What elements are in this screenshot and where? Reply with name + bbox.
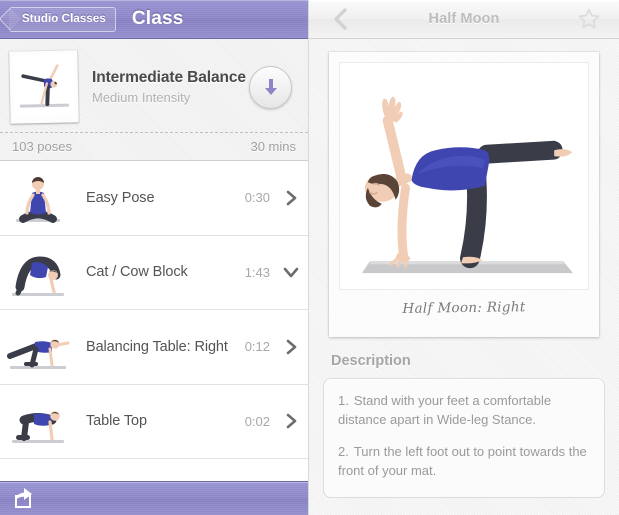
pose-thumbnail xyxy=(2,315,74,378)
class-meta-row: 103 poses 30 mins xyxy=(0,132,308,160)
pose-photo-caption: Half Moon: Right xyxy=(402,299,526,317)
class-summary-row: Intermediate Balance Medium Intensity xyxy=(9,48,298,126)
pose-duration: 0:30 xyxy=(244,190,270,206)
balancing-table-figure xyxy=(2,315,74,378)
right-navigation-bar: Half Moon xyxy=(309,0,619,39)
class-header-card: Intermediate Balance Medium Intensity 10… xyxy=(0,39,308,161)
pose-duration: 1:43 xyxy=(244,264,270,280)
class-list-panel: Studio Classes Class Intermediate Balanc… xyxy=(0,0,308,515)
share-button[interactable] xyxy=(12,488,38,510)
class-title: Intermediate Balance xyxy=(92,69,246,86)
pose-title: Half Moon xyxy=(428,11,500,27)
half-moon-figure-small xyxy=(13,54,75,115)
pose-thumbnail xyxy=(2,390,74,453)
step-number: 2. xyxy=(338,444,349,459)
step-text: Turn the left foot out to point towards … xyxy=(338,444,587,478)
pose-detail-panel: Half Moon Half Moon: Right Description 1… xyxy=(308,0,619,515)
back-button-label: Studio Classes xyxy=(22,13,106,25)
description-box: 1. Stand with your feet a comfortable dis… xyxy=(323,378,605,498)
list-item[interactable]: Cat / Cow Block 1:43 xyxy=(0,235,308,310)
pose-duration: 0:02 xyxy=(244,413,270,429)
description-step: 1. Stand with your feet a comfortable dis… xyxy=(338,391,590,429)
back-to-studio-classes-button[interactable]: Studio Classes xyxy=(9,6,116,32)
list-item[interactable]: Balancing Table: Right 0:12 xyxy=(0,310,308,385)
chevron-right-icon[interactable] xyxy=(280,190,302,206)
pose-duration: 0:12 xyxy=(244,339,270,355)
pose-photo-card: Half Moon: Right xyxy=(329,52,599,337)
pose-photo[interactable] xyxy=(339,62,589,290)
step-number: 1. xyxy=(338,393,349,408)
left-navigation-bar: Studio Classes Class xyxy=(0,0,308,39)
list-item[interactable]: Easy Pose 0:30 xyxy=(0,161,308,236)
bottom-toolbar xyxy=(0,481,308,515)
class-text-block: Intermediate Balance Medium Intensity xyxy=(92,69,249,105)
easy-pose-figure xyxy=(2,166,74,229)
cat-cow-figure xyxy=(2,241,74,304)
download-arrow-icon xyxy=(264,78,277,95)
star-outline-icon xyxy=(578,8,600,29)
page-title: Class xyxy=(131,8,184,29)
pose-thumbnail xyxy=(2,241,74,304)
chevron-down-icon[interactable] xyxy=(280,267,302,278)
pose-name: Cat / Cow Block xyxy=(86,264,188,281)
pose-name: Easy Pose xyxy=(86,189,155,206)
pose-list[interactable]: Easy Pose 0:30 Cat / Cow Block 1:43 Bala… xyxy=(0,161,308,467)
description-heading: Description xyxy=(331,353,411,369)
app-root: Studio Classes Class Intermediate Balanc… xyxy=(0,0,619,515)
pose-name: Table Top xyxy=(86,413,147,430)
list-item[interactable]: Table Top 0:02 xyxy=(0,384,308,459)
pose-count: 103 poses xyxy=(12,139,72,154)
table-top-figure xyxy=(2,390,74,453)
pose-back-button[interactable] xyxy=(331,7,351,31)
chevron-right-icon[interactable] xyxy=(280,413,302,429)
share-icon xyxy=(15,488,32,508)
class-duration: 30 mins xyxy=(250,139,296,154)
pose-name: Balancing Table: Right xyxy=(86,338,228,355)
pose-thumbnail xyxy=(2,166,74,229)
description-step: 2. Turn the left foot out to point toward… xyxy=(338,442,590,480)
class-thumbnail-polaroid[interactable] xyxy=(9,50,79,124)
favorite-button[interactable] xyxy=(577,7,601,31)
class-intensity: Medium Intensity xyxy=(92,90,191,105)
half-moon-right-figure xyxy=(340,63,588,289)
chevron-right-icon[interactable] xyxy=(280,339,302,355)
step-text: Stand with your feet a comfortable dista… xyxy=(338,393,552,427)
class-thumbnail-image xyxy=(13,54,75,115)
chevron-left-icon xyxy=(334,8,347,30)
download-class-button[interactable] xyxy=(249,65,292,109)
